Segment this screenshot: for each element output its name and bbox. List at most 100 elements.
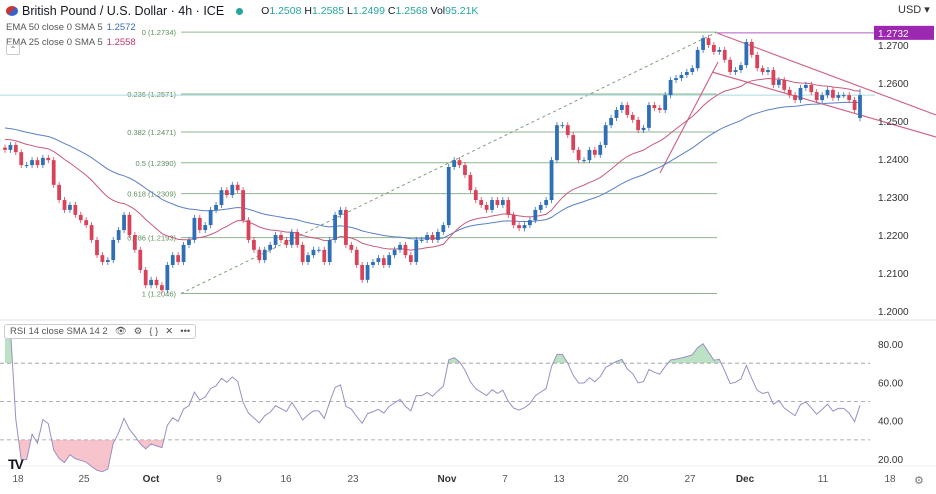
candle-body [387,255,392,266]
indicator-ema25[interactable]: EMA 25 close 0 SMA 5 1.2558 [6,37,478,48]
price-tick: 1.2000 [878,307,909,318]
low-value: 1.2499 [352,5,385,17]
candles [3,35,862,294]
candle-body [657,108,662,110]
candle-body [565,125,570,136]
collapse-legend-button[interactable]: ⌃ [6,44,20,55]
candle-body [371,261,375,266]
candle-body [230,184,235,196]
close-icon[interactable]: ✕ [165,326,173,337]
candle-body [717,49,722,52]
price-chart[interactable]: 0 (1.2734)0.236 (1.2571)0.382 (1.2471)0.… [0,0,936,494]
x-tick: 11 [817,474,829,485]
candle-body [197,217,202,231]
high-value: 1.2585 [311,5,345,17]
x-tick: 23 [347,474,359,485]
candle-body [40,157,45,166]
candle-body [381,258,386,266]
price-axis[interactable]: 1.2700 1.2600 1.2500 1.2400 1.2300 1.2200 1.21… [874,25,934,318]
candle-body [143,269,148,286]
candle-body [192,217,197,240]
x-tick: 7 [502,474,508,485]
candle-body [181,244,186,262]
candle-body [614,109,619,118]
candle-body [122,214,126,231]
fib-level-label: 0.5 (1.2390) [136,159,177,168]
rsi-overbought-fill [5,328,860,364]
candle-body [300,244,305,262]
candle-body [690,68,695,72]
fibonacci-retracement[interactable]: 0 (1.2734)0.236 (1.2571)0.382 (1.2471)0.… [127,28,718,299]
candle-body [858,95,862,118]
candle-body [831,89,835,98]
candle-body [468,174,473,191]
candle-body [668,79,673,96]
candle-body [446,166,451,226]
price-tick: 1.2100 [878,269,909,280]
candle-body [733,70,738,72]
candle-body [517,225,521,229]
rsi-pane: 80.00 60.00 40.00 20.00 [0,328,903,473]
candle-body [787,89,792,96]
eye-icon[interactable]: 👁 [115,326,127,337]
resistance-price-label: 1.2732 [878,29,909,40]
candle-body [235,184,240,191]
candle-body [490,200,494,210]
candle-body [674,78,678,80]
tradingview-logo[interactable]: TV [8,456,24,472]
drawings[interactable] [0,32,936,174]
candle-body [262,249,267,261]
gbp-usd-flag-icon [6,6,18,16]
chart-legend: British Pound / U.S. Dollar · 4h · ICE O… [6,4,478,48]
candle-body [333,214,337,240]
candle-body [111,239,116,261]
close-label: C [387,5,396,17]
candle-body [273,235,278,245]
rsi-tick: 80.00 [878,340,903,351]
candle-body [84,220,89,226]
rsi-tick: 20.00 [878,455,903,466]
candle-body [19,152,24,166]
support-trend-line [659,61,719,174]
symbol-header[interactable]: British Pound / U.S. Dollar · 4h · ICE O… [6,4,478,18]
source-code-icon[interactable]: { } [149,326,158,337]
x-tick: 25 [78,474,90,485]
settings-icon[interactable]: ⚙ [134,326,143,337]
candle-body [170,255,175,266]
candle-body [728,59,733,72]
axis-settings-icon[interactable]: ⚙ [914,474,924,487]
candle-body [316,249,321,251]
candle-body [803,84,808,88]
candle-body [609,117,613,126]
candle-body [24,165,29,167]
candle-body [776,79,781,85]
candle-body [452,160,457,167]
indicator-ema50[interactable]: EMA 50 close 0 SMA 5 1.2572 [6,22,478,33]
candle-body [35,160,40,166]
candle-body [495,200,500,205]
candle-body [722,49,727,60]
candle-body [295,231,300,245]
ema50-line [4,101,861,240]
candle-body [62,200,67,210]
rsi-tick: 60.00 [878,378,903,389]
ema50-label: EMA 50 close 0 SMA 5 [6,22,103,33]
more-icon[interactable]: ••• [180,326,190,337]
candle-body [73,204,78,215]
rsi-legend[interactable]: RSI 14 close SMA 14 2 👁 ⚙ { } ✕ ••• [4,324,197,339]
fib-level-label: 0.618 (1.2309) [127,190,176,199]
candle-body [132,235,137,250]
price-tick: 1.2500 [878,117,909,128]
candle-body [625,105,630,115]
x-tick: Oct [142,474,160,485]
candle-body [647,105,651,128]
ema25-value: 1.2558 [106,37,136,48]
candle-body [30,160,34,166]
candle-body [755,54,760,69]
currency-selector[interactable]: USD ▾ [898,3,930,16]
high-label: H [304,5,312,17]
candle-body [365,265,370,280]
rsi-label: RSI 14 close SMA 14 2 [10,326,108,337]
candle-body [160,285,164,291]
candle-body [13,144,18,153]
